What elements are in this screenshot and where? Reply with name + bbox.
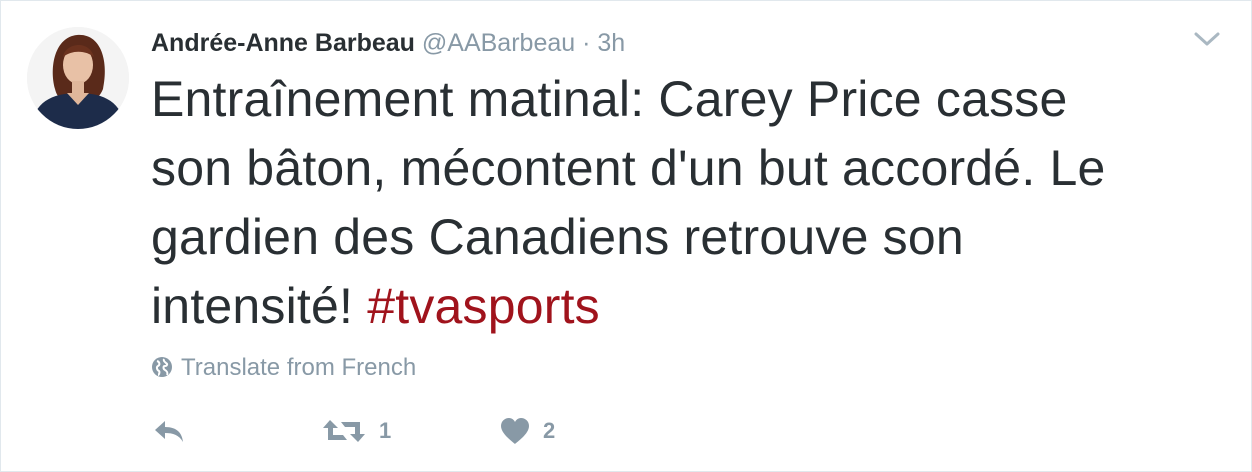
reply-icon bbox=[155, 420, 183, 442]
tweet-text-fragment: intensité! bbox=[151, 278, 368, 334]
tweet-text-line: son bâton, mécontent d'un but accordé. L… bbox=[151, 140, 1106, 196]
header-separator: · bbox=[582, 29, 591, 57]
translate-button[interactable]: Translate from French bbox=[151, 353, 416, 383]
reply-button[interactable] bbox=[151, 413, 187, 449]
tweet-text-line: intensité! #tvasports bbox=[151, 272, 1231, 341]
tweet-header: Andrée-Anne Barbeau @AABarbeau · 3h bbox=[151, 28, 625, 58]
hashtag-link[interactable]: #tvasports bbox=[367, 278, 600, 334]
like-button[interactable]: 2 bbox=[499, 413, 555, 449]
translate-label: Translate from French bbox=[181, 354, 417, 381]
author-handle[interactable]: @AABarbeau bbox=[422, 29, 575, 57]
author-avatar[interactable] bbox=[27, 27, 129, 129]
retweet-icon bbox=[323, 420, 365, 442]
globe-icon bbox=[151, 356, 173, 378]
author-name[interactable]: Andrée-Anne Barbeau bbox=[151, 29, 415, 57]
tweet-timestamp[interactable]: 3h bbox=[597, 29, 625, 57]
like-count: 2 bbox=[543, 418, 556, 443]
heart-icon bbox=[501, 418, 529, 444]
retweet-count: 1 bbox=[379, 418, 392, 443]
tweet-text-line: gardien des Canadiens retrouve son bbox=[151, 209, 964, 265]
tweet-text: Entraînement matinal: Carey Price casse … bbox=[151, 65, 1231, 341]
tweet-text-line: Entraînement matinal: Carey Price casse bbox=[151, 71, 1068, 127]
tweet-card: Andrée-Anne Barbeau @AABarbeau · 3h Entr… bbox=[0, 0, 1252, 472]
retweet-button[interactable]: 1 bbox=[321, 413, 391, 449]
avatar-photo bbox=[27, 27, 129, 129]
chevron-down-icon[interactable] bbox=[1193, 29, 1221, 49]
